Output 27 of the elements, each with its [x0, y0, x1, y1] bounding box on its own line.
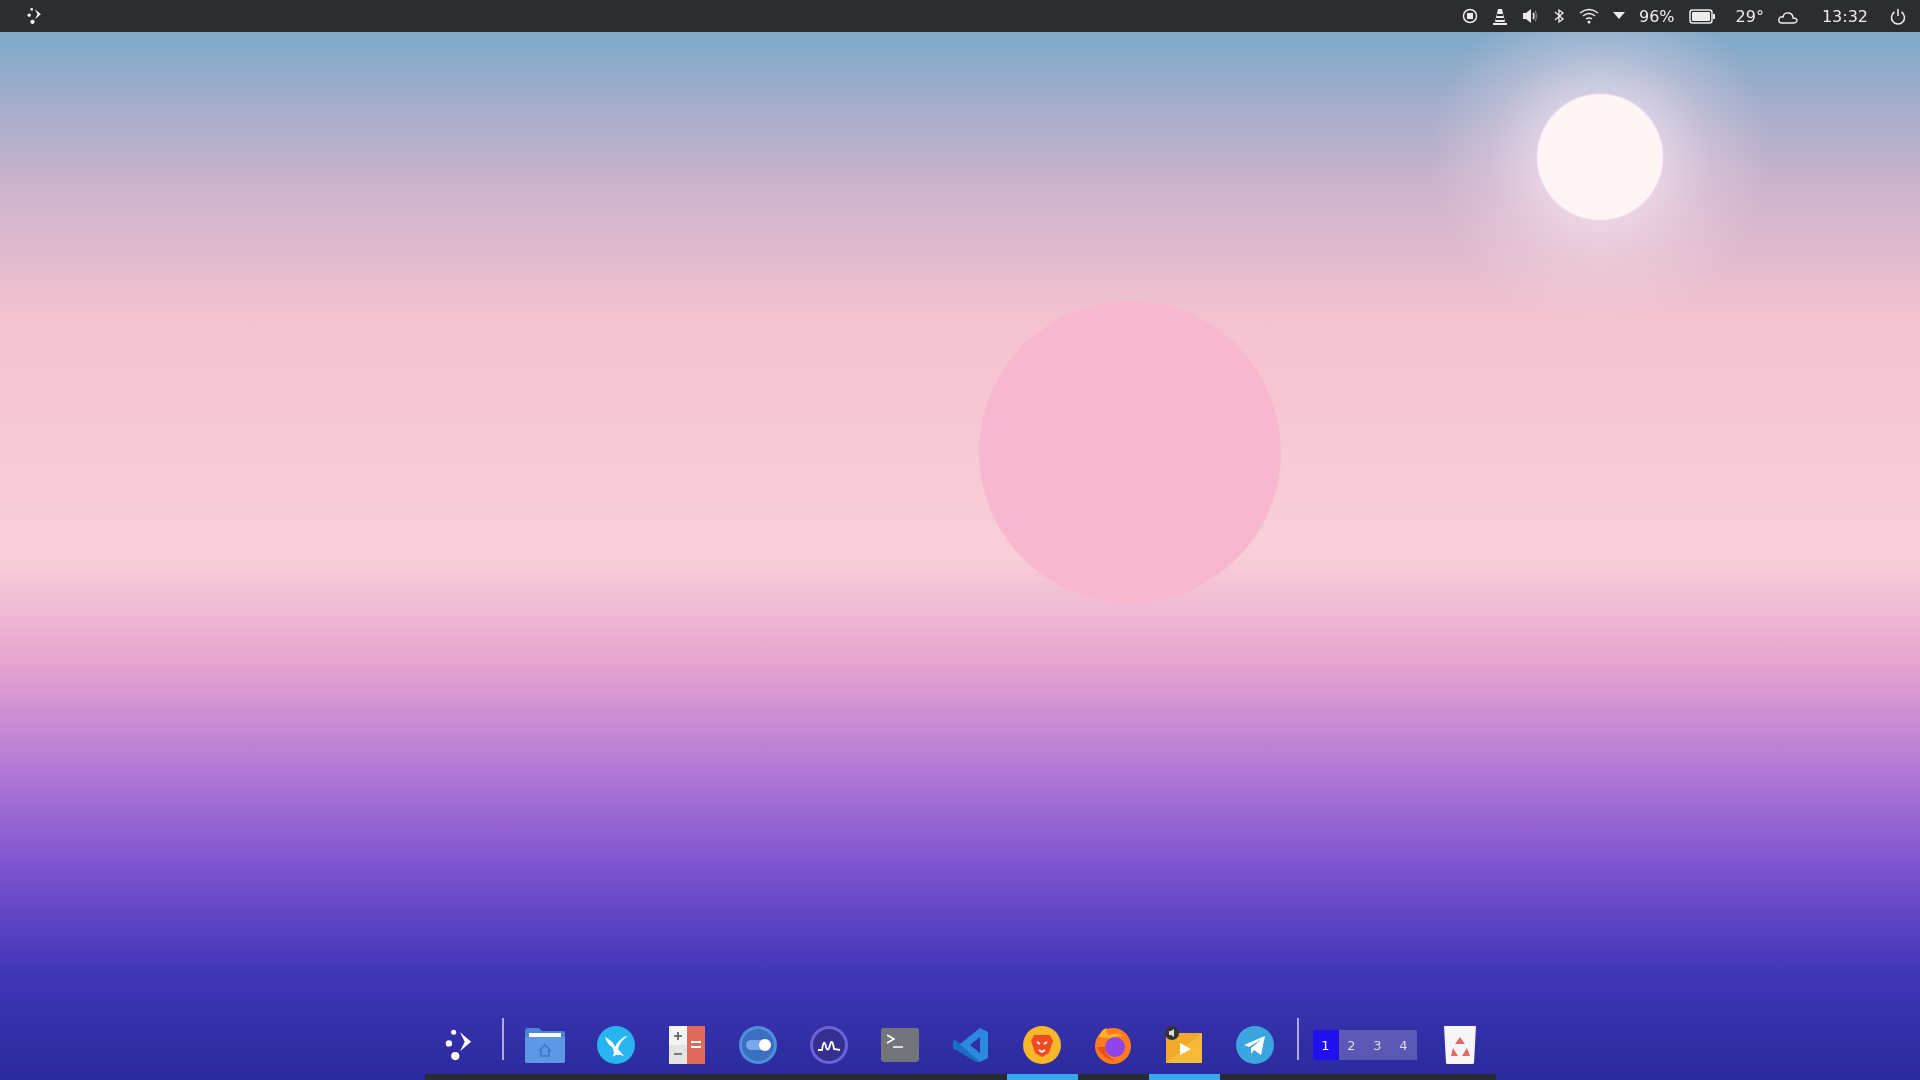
dropdown-arrow-icon[interactable] [1612, 12, 1625, 20]
workspace-button[interactable]: 4 [1390, 1030, 1417, 1060]
battery-percentage: 96% [1638, 6, 1675, 26]
calculator-icon [669, 1026, 705, 1064]
recycle-bin-icon [1443, 1025, 1477, 1065]
code-editor-icon [952, 1026, 990, 1064]
terminal-icon [881, 1028, 919, 1062]
workspace-button[interactable]: 2 [1338, 1030, 1365, 1060]
volume-icon[interactable] [1521, 8, 1539, 24]
clock[interactable]: 13:32 [1821, 6, 1868, 26]
traffic-cone-icon[interactable] [1491, 7, 1508, 25]
wave-monitor-icon [809, 1025, 849, 1065]
wifi-icon[interactable] [1578, 8, 1599, 24]
toggle-switch-icon [738, 1025, 778, 1065]
lion-icon [1022, 1025, 1062, 1065]
home-folder-icon [523, 1025, 567, 1065]
bluetooth-icon[interactable] [1552, 8, 1565, 24]
paper-plane-icon [1235, 1025, 1275, 1065]
fox-globe-icon [1093, 1025, 1133, 1065]
workspace-button[interactable]: 1 [1312, 1030, 1339, 1060]
media-player-icon [1164, 1025, 1204, 1065]
battery-icon[interactable] [1688, 8, 1716, 24]
temperature: 29° [1735, 6, 1764, 26]
bird-icon [596, 1025, 636, 1065]
workspace-button[interactable]: 3 [1364, 1030, 1391, 1060]
power-icon[interactable] [1890, 7, 1906, 25]
record-icon[interactable] [1461, 8, 1478, 24]
